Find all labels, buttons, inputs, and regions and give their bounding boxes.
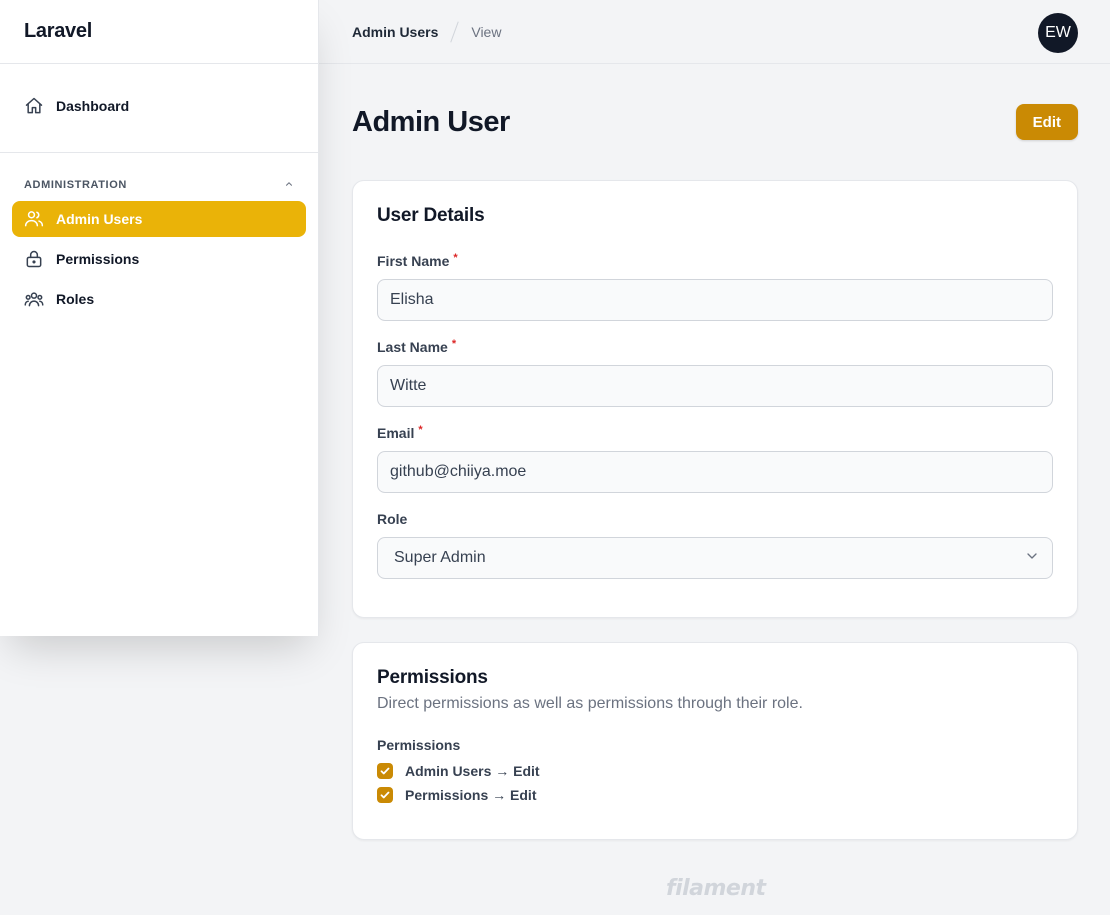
role-select[interactable]: Super Admin xyxy=(377,537,1053,579)
check-icon xyxy=(380,791,390,799)
permission-checkbox-row[interactable]: Permissions → Edit xyxy=(377,783,1053,807)
email-label-text: Email xyxy=(377,425,415,441)
sidebar-group-administration: ADMINISTRATION Admin Users Permissions R… xyxy=(0,153,318,317)
last-name-label-text: Last Name xyxy=(377,339,448,355)
email-field-group: Email * github@chiiya.moe xyxy=(377,425,1053,493)
breadcrumb-item-admin-users[interactable]: Admin Users xyxy=(352,24,438,40)
sidebar-item-admin-users[interactable]: Admin Users xyxy=(12,201,306,237)
breadcrumb-item-view: View xyxy=(471,23,502,40)
card-description: Direct permissions as well as permission… xyxy=(377,695,803,712)
role-select-value: Super Admin xyxy=(394,549,486,566)
user-group-icon xyxy=(24,289,44,309)
sidebar-top-nav: Dashboard xyxy=(0,64,318,153)
required-mark: * xyxy=(451,338,457,350)
breadcrumb: Admin Users View xyxy=(352,20,502,43)
card-title: Permissions xyxy=(377,667,488,688)
topbar: Admin Users View EW xyxy=(319,0,1110,64)
lock-icon xyxy=(24,249,44,269)
permissions-list-label: Permissions xyxy=(377,737,461,753)
user-details-card: User Details First Name * Elisha Last Na… xyxy=(352,180,1078,618)
sidebar-item-label: Dashboard xyxy=(56,98,130,114)
card-title: User Details xyxy=(377,205,485,226)
brand-logo[interactable]: Laravel xyxy=(0,0,318,64)
sidebar-item-label: Permissions xyxy=(56,251,140,267)
sidebar-item-label: Roles xyxy=(56,291,95,307)
sidebar-item-dashboard[interactable]: Dashboard xyxy=(12,88,306,124)
check-icon xyxy=(380,767,390,775)
first-name-field-group: First Name * Elisha xyxy=(377,253,1053,321)
sidebar-item-permissions[interactable]: Permissions xyxy=(12,241,306,277)
required-mark: * xyxy=(418,424,423,436)
email-label: Email * xyxy=(377,425,1053,443)
first-name-label-text: First Name xyxy=(377,253,450,269)
email-field[interactable]: github@chiiya.moe xyxy=(377,451,1053,493)
edit-button[interactable]: Edit xyxy=(1015,104,1078,140)
last-name-field-group: Last Name * Witte xyxy=(377,339,1053,407)
checkbox-checked[interactable] xyxy=(377,763,393,779)
permissions-checkbox-list: Admin Users → Edit Permissions → Edit xyxy=(377,759,1053,807)
permissions-card: Permissions Direct permissions as well a… xyxy=(352,642,1078,840)
permission-label: Permissions → Edit xyxy=(405,787,537,803)
last-name-label: Last Name * xyxy=(377,339,1053,357)
users-icon xyxy=(24,209,44,229)
chevron-up-icon[interactable] xyxy=(284,179,294,192)
sidebar-group-header[interactable]: ADMINISTRATION xyxy=(12,177,306,193)
page-header: Admin User Edit xyxy=(352,104,1078,140)
sidebar-group-label: ADMINISTRATION xyxy=(24,179,127,191)
sidebar: Laravel Dashboard ADMINISTRATION Admin U… xyxy=(0,0,319,636)
sidebar-item-roles[interactable]: Roles xyxy=(12,281,306,317)
role-field-group: Role Super Admin xyxy=(377,511,1053,579)
home-icon xyxy=(24,96,44,116)
permission-checkbox-row[interactable]: Admin Users → Edit xyxy=(377,759,1053,783)
checkbox-checked[interactable] xyxy=(377,787,393,803)
chevron-down-icon xyxy=(1024,548,1040,569)
first-name-field[interactable]: Elisha xyxy=(377,279,1053,321)
first-name-label: First Name * xyxy=(377,253,1053,271)
page-title: Admin User xyxy=(352,105,510,138)
breadcrumb-separator xyxy=(450,20,460,43)
permission-label: Admin Users → Edit xyxy=(405,763,540,779)
required-mark: * xyxy=(453,252,458,264)
sidebar-item-label: Admin Users xyxy=(56,211,143,227)
role-label: Role xyxy=(377,511,408,527)
avatar[interactable]: EW xyxy=(1038,13,1078,53)
last-name-field[interactable]: Witte xyxy=(377,365,1053,407)
main-content: Admin User Edit User Details First Name … xyxy=(352,104,1078,840)
filament-logo[interactable]: filament xyxy=(666,876,766,901)
